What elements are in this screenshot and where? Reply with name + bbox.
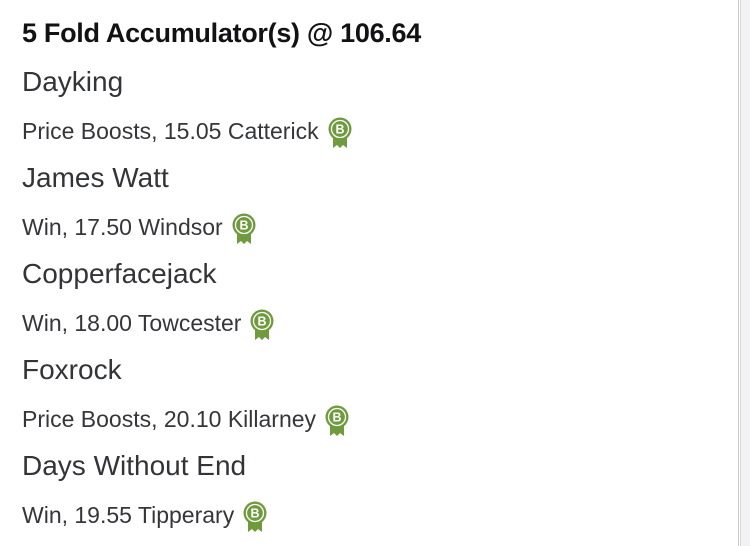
scrollbar-edge[interactable] — [740, 0, 750, 546]
market-time-course: Price Boosts, 15.05 Catterick — [22, 117, 319, 144]
market-time-course: Win, 17.50 Windsor — [22, 213, 223, 240]
horse-name: Days Without End — [22, 450, 247, 481]
selection-detail: Win, 17.50 Windsor B — [22, 212, 256, 245]
horse-name: James Watt — [22, 162, 169, 193]
market-time-course: Win, 18.00 Towcester — [22, 309, 242, 336]
market-time-course: Price Boosts, 20.10 Killarney — [22, 405, 317, 432]
selection-item: Foxrock Price Boosts, 20.10 Killarney B — [22, 354, 722, 450]
horse-name: Dayking — [22, 66, 124, 97]
svg-text:B: B — [251, 507, 260, 521]
rosette-badge-icon: B — [250, 309, 274, 341]
rosette-badge-icon: B — [243, 501, 267, 533]
svg-text:B: B — [258, 315, 267, 329]
rosette-badge-icon: B — [232, 213, 256, 245]
svg-text:B: B — [333, 411, 342, 425]
svg-text:B: B — [239, 219, 248, 233]
selection-detail: Price Boosts, 20.10 Killarney B — [22, 404, 349, 437]
rosette-badge-icon: B — [328, 117, 352, 149]
selection-detail: Win, 19.55 Tipperary B — [22, 500, 267, 533]
svg-text:B: B — [335, 123, 344, 137]
rosette-badge-icon: B — [325, 405, 349, 437]
selection-item: James Watt Win, 17.50 Windsor B — [22, 162, 722, 258]
selection-item: Days Without End Win, 19.55 Tipperary B — [22, 450, 722, 546]
horse-name: Foxrock — [22, 354, 122, 385]
selection-detail: Price Boosts, 15.05 Catterick B — [22, 116, 352, 149]
bet-receipt-card: 5 Fold Accumulator(s) @ 106.64 Dayking P… — [0, 0, 739, 546]
bet-title: 5 Fold Accumulator(s) @ 106.64 — [22, 18, 421, 48]
horse-name: Copperfacejack — [22, 258, 217, 289]
selection-detail: Win, 18.00 Towcester B — [22, 308, 274, 341]
selection-item: Dayking Price Boosts, 15.05 Catterick B — [22, 66, 722, 162]
selection-list: Dayking Price Boosts, 15.05 Catterick B … — [22, 66, 722, 546]
selection-item: Copperfacejack Win, 18.00 Towcester B — [22, 258, 722, 354]
market-time-course: Win, 19.55 Tipperary — [22, 501, 235, 528]
